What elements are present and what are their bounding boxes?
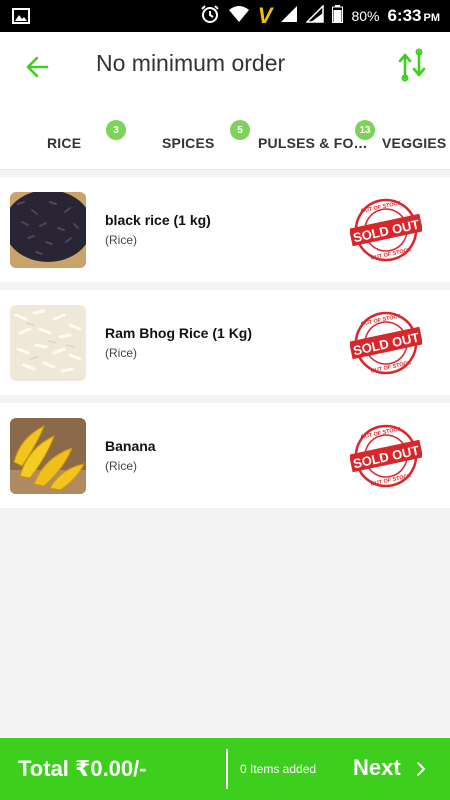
product-image-banana xyxy=(10,418,86,494)
stamp-ring-text: OUT OF STOCK xyxy=(360,200,402,214)
product-category: (Rice) xyxy=(105,346,137,360)
clock-period: PM xyxy=(423,12,441,24)
product-name: Banana xyxy=(105,438,156,454)
footer-divider xyxy=(226,749,228,789)
back-arrow-icon[interactable] xyxy=(22,52,52,82)
tab-spices[interactable]: SPICES xyxy=(162,135,215,151)
next-button[interactable]: Next xyxy=(353,755,401,781)
product-card[interactable]: black rice (1 kg) (Rice) OUT OF STOCK SO… xyxy=(0,177,450,282)
chevron-right-icon[interactable] xyxy=(414,760,428,778)
stamp-ring-text: OUT OF STOCK xyxy=(360,313,402,327)
product-name: Ram Bhog Rice (1 Kg) xyxy=(105,325,253,341)
cart-total: Total ₹0.00/- xyxy=(18,756,147,781)
product-card[interactable]: Ram Bhog Rice (1 Kg) (Rice) OUT OF STOCK… xyxy=(0,290,450,395)
tab-spices-count-badge: 5 xyxy=(230,120,250,140)
product-category: (Rice) xyxy=(105,459,137,473)
battery-percent: 80% xyxy=(351,8,380,24)
stamp-ring-text: OUT OF STOCK xyxy=(360,426,402,440)
sold-out-stamp: OUT OF STOCK SOLD OUT OUT OF STOCK xyxy=(348,197,424,263)
status-bar: V 80% 6:33 PM xyxy=(0,0,450,32)
checkout-bar: Total ₹0.00/- 0 Items added Next xyxy=(0,738,450,800)
product-category: (Rice) xyxy=(105,233,137,247)
tab-veggies[interactable]: VEGGIES AND xyxy=(382,135,450,151)
category-tabs: RICE 3 SPICES 5 PULSES & FO… 13 VEGGIES … xyxy=(0,100,450,170)
switch-arrows-icon[interactable] xyxy=(396,48,428,82)
carrier-icon: V xyxy=(257,3,273,28)
tab-rice-count-badge: 3 xyxy=(106,120,126,140)
product-name: black rice (1 kg) xyxy=(105,212,211,228)
gallery-icon xyxy=(12,8,30,29)
page-title: No minimum order xyxy=(96,50,286,76)
tab-pulses[interactable]: PULSES & FO… xyxy=(258,135,368,151)
items-added-count: 0 Items added xyxy=(240,762,317,776)
sold-out-stamp: OUT OF STOCK SOLD OUT OUT OF STOCK xyxy=(348,423,424,489)
signal-icon xyxy=(280,5,298,28)
alarm-icon xyxy=(200,4,220,29)
product-image-ram-bhog-rice xyxy=(10,305,86,381)
product-card[interactable]: Banana (Rice) OUT OF STOCK SOLD OUT OUT … xyxy=(0,403,450,508)
product-image-black-rice xyxy=(10,192,86,268)
signal-icon-2 xyxy=(305,3,325,28)
battery-icon xyxy=(332,4,344,28)
wifi-icon xyxy=(228,5,250,28)
sold-out-stamp: OUT OF STOCK SOLD OUT OUT OF STOCK xyxy=(348,310,424,376)
app-bar: No minimum order xyxy=(0,32,450,100)
tab-rice[interactable]: RICE xyxy=(47,135,81,151)
clock-time: 6:33 xyxy=(387,6,422,25)
tab-pulses-count-badge: 13 xyxy=(355,120,375,140)
